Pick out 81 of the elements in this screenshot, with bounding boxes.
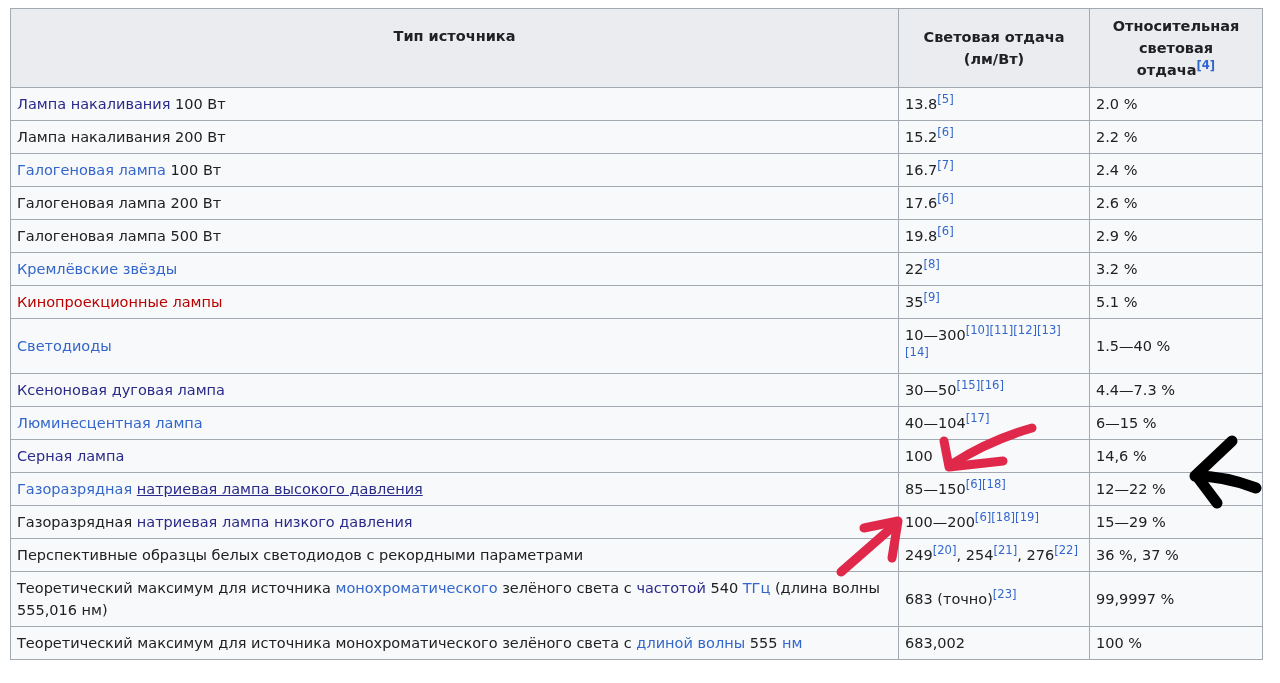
- footnote-link[interactable]: [6]: [937, 224, 954, 239]
- column-header: Световая отдача (лм/Вт): [898, 8, 1090, 88]
- link[interactable]: Кремлёвские звёзды: [17, 261, 178, 277]
- table-cell: Лампа накаливания 100 Вт: [10, 87, 899, 121]
- link[interactable]: длиной волны: [636, 635, 746, 651]
- table-cell: 2.0 %: [1089, 87, 1263, 121]
- table-cell: 3.2 %: [1089, 252, 1263, 286]
- table-cell: 40—104$^{[17]}$: [898, 406, 1090, 440]
- link[interactable]: Газоразрядная: [17, 481, 133, 497]
- link[interactable]: натриевая лампа низкого давления: [136, 514, 413, 530]
- table-cell: 16.7$^{[7]}$: [898, 153, 1090, 187]
- footnote-link[interactable]: [21]: [993, 543, 1018, 558]
- column-header: Тип источника: [10, 8, 899, 88]
- link[interactable]: Люминесцентная лампа: [17, 415, 203, 431]
- link[interactable]: Серная лампа: [17, 448, 125, 464]
- footnote-link[interactable]: [13]: [1037, 323, 1061, 338]
- table-cell: 1.5—40 %: [1089, 318, 1263, 374]
- table-cell: Перспективные образцы белых светодиодов с рекордными параметрами: [10, 538, 899, 572]
- footnote-link[interactable]: [5]: [937, 92, 954, 107]
- link[interactable]: нм: [782, 635, 803, 651]
- table-cell: 13.8$^{[5]}$: [898, 87, 1090, 121]
- footnote-link[interactable]: [9]: [923, 290, 940, 305]
- link[interactable]: Светодиоды: [17, 338, 112, 354]
- table-cell: Теоретический максимум для источника монохроматического зелёного света с частотой 540 ТГц (длина волны 555,016 нм): [10, 571, 899, 627]
- table-cell: 683,002: [898, 626, 1090, 660]
- table-cell: 35$^{[9]}$: [898, 285, 1090, 319]
- table-cell: 15—29 %: [1089, 505, 1263, 539]
- footnote-link[interactable]: [12]: [1013, 323, 1038, 338]
- footnote-link[interactable]: [17]: [965, 411, 990, 426]
- footnote-link[interactable]: [22]: [1054, 543, 1078, 558]
- table-cell: 100 %: [1089, 626, 1263, 660]
- table-cell: Газоразрядная натриевая лампа низкого давления: [10, 505, 899, 539]
- table-cell: 17.6$^{[6]}$: [898, 186, 1090, 220]
- link[interactable]: Лампа накаливания: [17, 96, 171, 112]
- footnote-link[interactable]: [7]: [937, 158, 954, 173]
- footnote-link[interactable]: [16]: [980, 378, 1005, 393]
- link[interactable]: Кинопроекционные лампы: [17, 294, 223, 310]
- footnote-link[interactable]: [11]: [989, 323, 1014, 338]
- link[interactable]: монохроматического: [335, 580, 498, 596]
- table-cell: Галогеновая лампа 200 Вт: [10, 186, 899, 220]
- table-cell: 22$^{[8]}$: [898, 252, 1090, 286]
- column-header: Относительная световая отдача$^{[4]}$: [1089, 8, 1263, 88]
- footnote-link[interactable]: [6]: [974, 510, 992, 525]
- table-cell: 15.2$^{[6]}$: [898, 120, 1090, 154]
- link[interactable]: ТГц: [742, 580, 771, 596]
- footnote-link[interactable]: [18]: [982, 477, 1006, 492]
- footnote-link[interactable]: [8]: [923, 257, 940, 272]
- link[interactable]: Галогеновая лампа: [17, 162, 166, 178]
- footnote-link[interactable]: [10]: [965, 323, 990, 338]
- link[interactable]: частотой: [636, 580, 706, 596]
- table-cell: 2.6 %: [1089, 186, 1263, 220]
- table-cell: 19.8$^{[6]}$: [898, 219, 1090, 253]
- footnote-link[interactable]: [4]: [1196, 58, 1216, 73]
- footnote-link[interactable]: [6]: [937, 191, 954, 206]
- footnote-link[interactable]: [18]: [991, 510, 1016, 525]
- footnote-link[interactable]: [6]: [965, 477, 983, 492]
- link[interactable]: Ксеноновая дуговая лампа: [17, 382, 225, 398]
- table-cell: 5.1 %: [1089, 285, 1263, 319]
- table-cell: 2.9 %: [1089, 219, 1263, 253]
- table-cell: Галогеновая лампа 100 Вт: [10, 153, 899, 187]
- footnote-link[interactable]: [15]: [956, 378, 981, 393]
- footnote-link[interactable]: [14]: [905, 345, 929, 360]
- table-cell: 36 %, 37 %: [1089, 538, 1263, 572]
- footnote-link[interactable]: [6]: [937, 125, 954, 140]
- footnote-link[interactable]: [19]: [1015, 510, 1039, 525]
- table-cell: 100: [898, 439, 1090, 473]
- table-cell: 4.4—7.3 %: [1089, 373, 1263, 407]
- footnote-link[interactable]: [20]: [932, 543, 957, 558]
- table-cell: 249$^{[20]}$, 254$^{[21]}$, 276$^{[22]}$: [898, 538, 1090, 572]
- link[interactable]: натриевая лампа высокого давления: [136, 481, 423, 497]
- table-cell: 14,6 %: [1089, 439, 1263, 473]
- table-cell: 2.4 %: [1089, 153, 1263, 187]
- table-cell: 99,9997 %: [1089, 571, 1263, 627]
- table-cell: 6—15 %: [1089, 406, 1263, 440]
- table-cell: 683 (точно)$^{[23]}$: [898, 571, 1090, 627]
- table-cell: Теоретический максимум для источника монохроматического зелёного света с длиной волны 555 нм: [10, 626, 899, 660]
- table-cell: 12—22 %: [1089, 472, 1263, 506]
- table-cell: Лампа накаливания 200 Вт: [10, 120, 899, 154]
- table-cell: 2.2 %: [1089, 120, 1263, 154]
- footnote-link[interactable]: [23]: [992, 587, 1017, 602]
- table-cell: Галогеновая лампа 500 Вт: [10, 219, 899, 253]
